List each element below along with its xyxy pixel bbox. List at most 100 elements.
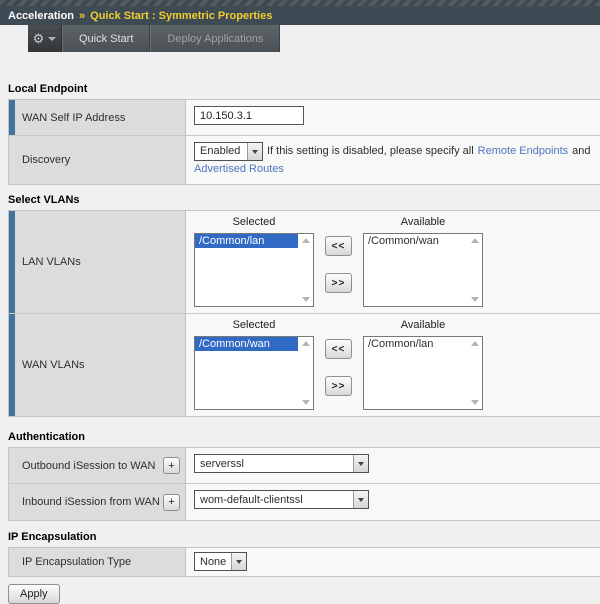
tab-deploy-applications[interactable]: Deploy Applications (150, 25, 280, 52)
lan-selected-listbox[interactable]: /Common/lan (194, 233, 314, 307)
inbound-isession-label-cell: Inbound iSession from WAN + (9, 484, 186, 520)
table-row: WAN Self IP Address (9, 100, 600, 136)
table-row: IP Encapsulation Type None (9, 548, 600, 576)
ip-encapsulation-table: IP Encapsulation Type None (8, 547, 600, 577)
dropdown-arrow-icon (236, 560, 242, 564)
list-item[interactable]: /Common/wan (195, 337, 298, 351)
ip-encapsulation-type-label-cell: IP Encapsulation Type (9, 548, 186, 576)
tab-deploy-applications-label: Deploy Applications (167, 33, 263, 45)
scroll-down-icon[interactable] (471, 400, 479, 405)
dropdown-button[interactable] (247, 143, 262, 160)
lan-move-buttons: << >> (325, 236, 352, 293)
wan-available-listbox[interactable]: /Common/lan (363, 336, 483, 410)
discovery-select-value: Enabled (195, 143, 247, 160)
outbound-add-button[interactable]: + (163, 457, 180, 474)
ip-encapsulation-type-field-cell: None (186, 548, 600, 576)
local-endpoint-table: WAN Self IP Address Discovery Enabled If… (8, 99, 600, 185)
scroll-up-icon[interactable] (471, 341, 479, 346)
listbox-scrollbar[interactable] (298, 337, 313, 409)
move-to-available-button[interactable]: >> (325, 376, 352, 396)
wan-selected-items: /Common/wan (195, 337, 298, 409)
dropdown-arrow-icon (358, 498, 364, 502)
available-header: Available (401, 216, 445, 233)
lan-vlans-label: LAN VLANs (22, 256, 81, 268)
scroll-down-icon[interactable] (302, 400, 310, 405)
section-title-select-vlans: Select VLANs (0, 194, 600, 206)
wan-selected-listbox[interactable]: /Common/wan (194, 336, 314, 410)
lan-available-items: /Common/wan (364, 234, 467, 306)
wan-self-ip-label: WAN Self IP Address (22, 112, 125, 124)
wan-vlans-label-cell: WAN VLANs (9, 314, 186, 416)
dropdown-button[interactable] (353, 491, 368, 508)
gear-icon: ⚙ (33, 32, 45, 45)
chevron-down-icon (48, 37, 56, 41)
table-row: WAN VLANs Selected /Common/wan << >> (9, 314, 600, 416)
available-header: Available (401, 319, 445, 336)
listbox-scrollbar[interactable] (298, 234, 313, 306)
wan-vlans-field-cell: Selected /Common/wan << >> Available (186, 314, 600, 416)
outbound-isession-field-cell: serverssl (186, 448, 600, 483)
scroll-up-icon[interactable] (302, 341, 310, 346)
selected-header: Selected (233, 319, 276, 336)
table-row: Outbound iSession to WAN + serverssl (9, 448, 600, 484)
dropdown-button[interactable] (231, 553, 246, 570)
breadcrumb-page-title: Quick Start : Symmetric Properties (90, 10, 272, 22)
scroll-down-icon[interactable] (471, 297, 479, 302)
lan-vlans-label-cell: LAN VLANs (9, 211, 186, 313)
wan-available-column: Available /Common/lan (363, 319, 483, 410)
dropdown-button[interactable] (353, 455, 368, 472)
outbound-isession-select[interactable]: serverssl (194, 454, 369, 473)
advertised-routes-link[interactable]: Advertised Routes (194, 163, 284, 175)
dropdown-arrow-icon (358, 462, 364, 466)
wan-self-ip-label-cell: WAN Self IP Address (9, 100, 186, 135)
authentication-table: Outbound iSession to WAN + serverssl Inb… (8, 447, 600, 521)
select-vlans-table: LAN VLANs Selected /Common/lan << >> (8, 210, 600, 417)
inbound-isession-value: wom-default-clientssl (195, 494, 353, 506)
outbound-isession-label-cell: Outbound iSession to WAN + (9, 448, 186, 483)
inbound-add-button[interactable]: + (163, 494, 180, 511)
ip-encapsulation-type-label: IP Encapsulation Type (22, 556, 131, 568)
move-to-selected-button[interactable]: << (325, 339, 352, 359)
discovery-label-cell: Discovery (9, 136, 186, 184)
outbound-isession-value: serverssl (195, 458, 353, 470)
breadcrumb-module: Acceleration (8, 10, 74, 22)
remote-endpoints-link[interactable]: Remote Endpoints (478, 145, 569, 157)
table-row: Inbound iSession from WAN + wom-default-… (9, 484, 600, 520)
inbound-isession-select[interactable]: wom-default-clientssl (194, 490, 369, 509)
apply-button[interactable]: Apply (8, 584, 60, 604)
lan-available-listbox[interactable]: /Common/wan (363, 233, 483, 307)
scroll-up-icon[interactable] (471, 238, 479, 243)
section-title-ip-encapsulation: IP Encapsulation (0, 531, 600, 543)
list-item[interactable]: /Common/wan (364, 234, 467, 248)
wan-vlans-label: WAN VLANs (22, 359, 85, 371)
move-to-selected-button[interactable]: << (325, 236, 352, 256)
move-to-available-button[interactable]: >> (325, 273, 352, 293)
wan-self-ip-input[interactable] (194, 106, 304, 125)
lan-available-column: Available /Common/wan (363, 216, 483, 307)
listbox-scrollbar[interactable] (467, 337, 482, 409)
section-title-local-endpoint: Local Endpoint (0, 83, 600, 95)
tab-quick-start-label: Quick Start (79, 33, 133, 45)
tab-bar: ⚙ Quick Start Deploy Applications (28, 25, 600, 52)
inbound-isession-label: Inbound iSession from WAN (22, 496, 160, 508)
dropdown-arrow-icon (252, 150, 258, 154)
selected-header: Selected (233, 216, 276, 233)
list-item[interactable]: /Common/lan (364, 337, 467, 351)
list-item[interactable]: /Common/lan (195, 234, 298, 248)
table-row: Discovery Enabled If this setting is dis… (9, 136, 600, 184)
discovery-field-cell: Enabled If this setting is disabled, ple… (186, 136, 600, 184)
scroll-up-icon[interactable] (302, 238, 310, 243)
wan-move-buttons: << >> (325, 339, 352, 396)
discovery-select[interactable]: Enabled (194, 142, 263, 161)
wan-available-items: /Common/lan (364, 337, 467, 409)
scroll-down-icon[interactable] (302, 297, 310, 302)
lan-selected-items: /Common/lan (195, 234, 298, 306)
breadcrumb: Acceleration » Quick Start : Symmetric P… (0, 6, 600, 25)
breadcrumb-separator: » (79, 10, 85, 22)
tab-quick-start[interactable]: Quick Start (62, 25, 150, 52)
gear-menu-button[interactable]: ⚙ (28, 25, 62, 52)
listbox-scrollbar[interactable] (467, 234, 482, 306)
outbound-isession-label: Outbound iSession to WAN (22, 460, 156, 472)
discovery-label: Discovery (22, 154, 70, 166)
ip-encapsulation-type-select[interactable]: None (194, 552, 247, 571)
